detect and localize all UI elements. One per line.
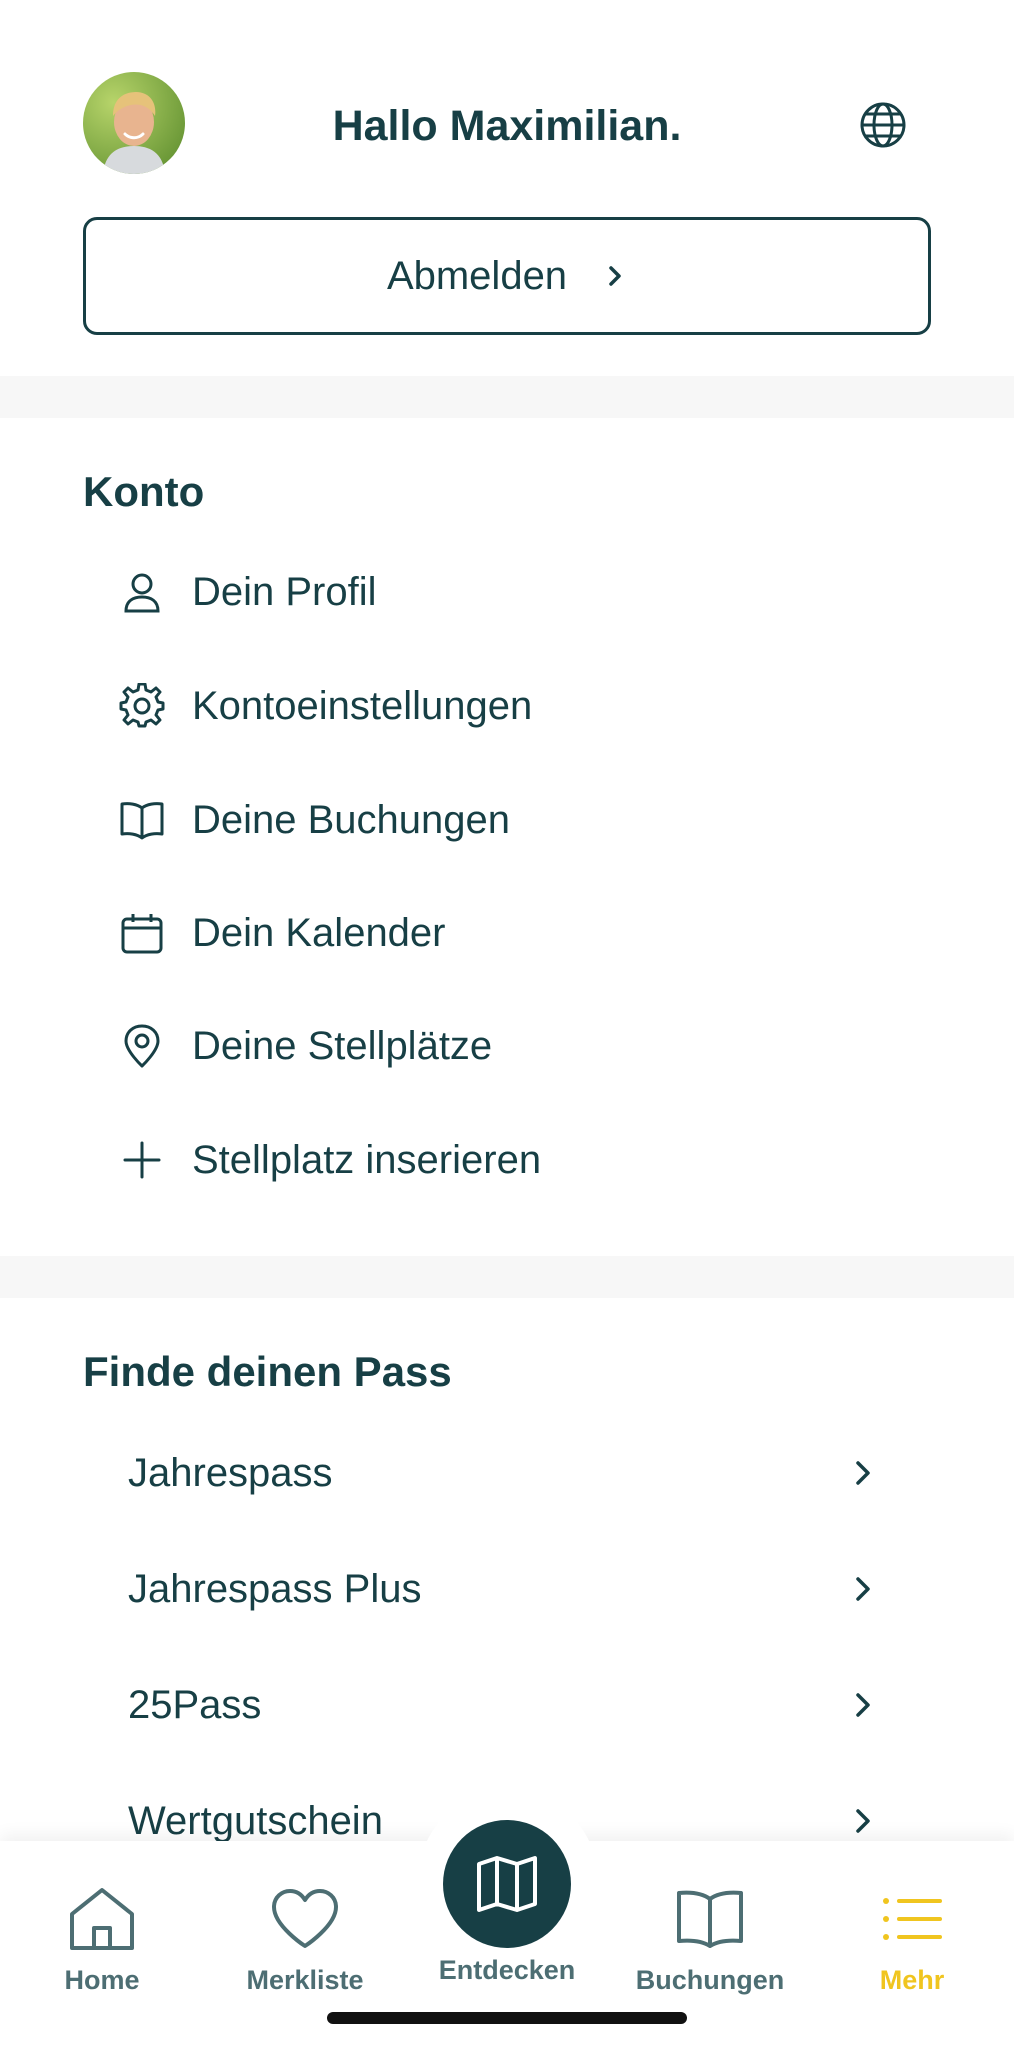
menu-item-pitches[interactable]: Deine Stellplätze (118, 1006, 918, 1086)
menu-item-account-settings[interactable]: Kontoeinstellungen (118, 666, 918, 746)
chevron-right-icon (856, 1809, 870, 1833)
tab-label: Entdecken (438, 1955, 576, 1985)
menu-item-label: Deine Stellplätze (192, 1023, 493, 1068)
gear-icon (118, 682, 166, 730)
pass-item-label: Jahrespass (128, 1450, 333, 1495)
book-icon (118, 796, 166, 844)
map-icon (477, 1856, 537, 1912)
menu-item-label: Deine Buchungen (192, 797, 511, 842)
location-pin-icon (118, 1022, 166, 1070)
section-title-konto: Konto (83, 468, 205, 515)
tab-home[interactable]: Home (12, 1841, 192, 2001)
user-icon (118, 568, 166, 616)
menu-item-profile[interactable]: Dein Profil (118, 552, 918, 632)
tab-label: Mehr (879, 1965, 945, 1995)
menu-item-add-pitch[interactable]: Stellplatz inserieren (118, 1120, 918, 1200)
calendar-icon (118, 909, 166, 957)
heart-icon (269, 1883, 341, 1955)
pass-item-label: Jahrespass Plus (128, 1566, 422, 1611)
plus-icon (118, 1136, 166, 1184)
globe-icon[interactable] (858, 100, 908, 150)
home-icon (66, 1883, 138, 1955)
pass-item-label: 25Pass (128, 1682, 262, 1727)
menu-item-label: Stellplatz inserieren (192, 1137, 542, 1182)
pass-item-jahrespass[interactable]: Jahrespass (128, 1428, 878, 1518)
chevron-right-icon (609, 266, 621, 286)
menu-item-bookings[interactable]: Deine Buchungen (118, 780, 918, 860)
tab-mehr[interactable]: Mehr (822, 1841, 1002, 2001)
list-icon (876, 1883, 948, 1955)
chevron-right-icon (856, 1461, 870, 1485)
tab-label: Merkliste (246, 1965, 364, 1995)
book-icon (674, 1883, 746, 1955)
tab-label: Buchungen (635, 1965, 785, 1995)
logout-button[interactable]: Abmelden (83, 217, 931, 335)
logout-label: Abmelden (386, 253, 568, 298)
pass-item-label: Wertgutschein (128, 1798, 383, 1843)
section-divider (0, 1256, 1014, 1298)
home-indicator (327, 2012, 687, 2024)
chevron-right-icon (856, 1693, 870, 1717)
avatar[interactable] (83, 72, 185, 174)
tab-entdecken[interactable] (443, 1820, 571, 1948)
section-title-passes: Finde deinen Pass (83, 1348, 452, 1395)
menu-item-label: Kontoeinstellungen (192, 683, 533, 728)
tab-merkliste[interactable]: Merkliste (215, 1841, 395, 2001)
tab-label: Home (64, 1965, 140, 1995)
section-divider (0, 376, 1014, 418)
menu-item-label: Dein Kalender (192, 910, 446, 955)
chevron-right-icon (856, 1577, 870, 1601)
tab-buchungen[interactable]: Buchungen (620, 1841, 800, 2001)
profile-header: Hallo Maximilian. Abmelden (0, 0, 1014, 376)
menu-item-label: Dein Profil (192, 569, 377, 614)
menu-item-calendar[interactable]: Dein Kalender (118, 893, 918, 973)
pass-item-jahrespass-plus[interactable]: Jahrespass Plus (128, 1544, 878, 1634)
pass-item-25pass[interactable]: 25Pass (128, 1660, 878, 1750)
greeting-text: Hallo Maximilian. (332, 102, 682, 150)
avatar-photo (83, 72, 185, 174)
